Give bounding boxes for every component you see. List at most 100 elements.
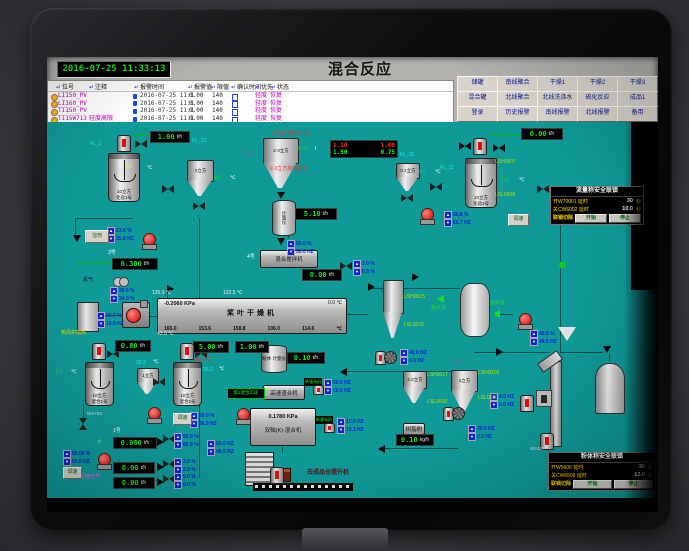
nav-button-南线聚合[interactable]: 南线聚合: [497, 76, 538, 92]
speed-button[interactable]: 调速: [173, 413, 192, 425]
motor-icon[interactable]: [117, 135, 131, 152]
vessel[interactable]: 计量仪: [272, 200, 296, 236]
reactor-tank[interactable]: 10立方化盐1号: [108, 153, 140, 202]
interlock-bypass-button[interactable]: 联锁切除: [553, 214, 573, 223]
product-silo[interactable]: [595, 363, 625, 414]
motor-icon[interactable]: [92, 343, 106, 360]
pump-icon[interactable]: [142, 233, 156, 250]
pump-icon[interactable]: [518, 313, 532, 330]
blower-icon[interactable]: [113, 277, 129, 286]
pump-icon[interactable]: [236, 408, 250, 425]
motor-body[interactable]: [324, 423, 335, 433]
display-value: 0.00: [122, 464, 139, 472]
valve-icon[interactable]: [79, 418, 87, 430]
display-unit: t/h: [323, 211, 329, 217]
nav-button-备用[interactable]: 备用: [617, 106, 658, 122]
pump-icon[interactable]: [420, 208, 434, 225]
alarm-column-header[interactable]: ↵报警值: [188, 82, 212, 91]
hopper[interactable]: 2立方: [187, 160, 212, 196]
stop-button[interactable]: 停止: [614, 480, 653, 489]
motor-body[interactable]: [313, 385, 324, 395]
indicator-row: ▲80.0 %: [174, 433, 199, 440]
twin-shaft-mixer[interactable]: 0.1780 KPa双轴(K)-混合机: [250, 408, 316, 446]
alarm-row[interactable]: LI150_PV2016-07-25 11:10.00140轻度恢复: [48, 92, 453, 100]
valve-icon[interactable]: [153, 378, 165, 386]
motor-icon[interactable]: [270, 467, 284, 484]
start-button[interactable]: 开始: [573, 480, 612, 489]
valve-icon[interactable]: [193, 202, 205, 210]
alarm-column-header[interactable]: ↵报警时间: [134, 82, 164, 91]
reactor-tank[interactable]: 10立方混合2号: [173, 362, 202, 406]
hopper[interactable]: 2-3立方: [263, 138, 297, 188]
indicator-value: 35.8 HZ: [116, 236, 134, 242]
interlock-bypass-button[interactable]: 联锁切除: [551, 480, 571, 489]
wash-tank[interactable]: [460, 283, 490, 337]
alarm-table-header: ↵位号↵注释↵报警时间↵报警值↵限值↵确认时间↵优先↵状态: [48, 81, 453, 92]
arrow-box-icon: ▲: [174, 458, 182, 466]
motor-icon[interactable]: [180, 343, 194, 360]
valve-icon[interactable]: [459, 142, 471, 150]
hopper[interactable]: 1立方: [451, 370, 476, 411]
nav-button-干燥3[interactable]: 干燥3: [617, 76, 658, 92]
pump-icon[interactable]: [147, 407, 161, 424]
value-display: 0.80t/h: [115, 340, 151, 352]
start-button[interactable]: 开始: [575, 214, 607, 223]
hopper[interactable]: [383, 280, 402, 338]
arrow-box-icon: ▲: [324, 379, 332, 387]
nav-button-历史报警[interactable]: 历史报警: [497, 106, 538, 122]
furnace[interactable]: [77, 302, 99, 332]
display-value: 5.10: [304, 210, 321, 218]
valve-icon[interactable]: [162, 185, 174, 193]
speed-button[interactable]: 调速: [508, 214, 529, 226]
fan-icon[interactable]: [122, 302, 150, 328]
valve-icon[interactable]: [135, 140, 147, 148]
stop-button[interactable]: 停止: [609, 214, 641, 223]
motor-icon[interactable]: [520, 395, 534, 412]
motor-gear-icon[interactable]: [443, 406, 465, 420]
pump-icon[interactable]: [97, 453, 111, 470]
nav-button-南线报警[interactable]: 南线报警: [537, 106, 578, 122]
nav-button-北线洗涤水[interactable]: 北线洗涤水: [537, 91, 578, 107]
alarm-row[interactable]: LI160_PV2016-07-25 11:10.00140轻度恢复: [48, 100, 453, 108]
alarm-time-icon: [133, 101, 137, 106]
nav-button-混合罐[interactable]: 混合罐: [457, 91, 498, 107]
motor-icon[interactable]: [473, 138, 487, 155]
alarm-column-header[interactable]: ↵注释: [89, 82, 107, 91]
reactor-tank[interactable]: 10立方化盐2号: [465, 158, 497, 208]
indicator-value: 48.5 HZ: [539, 339, 557, 345]
alarm-column-header[interactable]: ↵状态: [271, 82, 289, 91]
hopper[interactable]: 0.1立方: [396, 163, 418, 191]
dryer-pressure: -0.2060 KPa: [164, 301, 195, 307]
alarm-column-header[interactable]: ↵限值: [211, 82, 229, 91]
nav-button-登录[interactable]: 登录: [457, 106, 498, 122]
valve-right: [465, 142, 471, 150]
value-display: 0.080t/h: [113, 437, 157, 449]
tank-label: 10立方混合2号: [174, 393, 201, 404]
indicator-value: 50.00 %: [72, 451, 90, 457]
nav-button-成品1[interactable]: 成品1: [617, 91, 658, 107]
tank-top-band: [86, 363, 113, 368]
alarm-column-header[interactable]: ↵位号: [56, 82, 74, 91]
valve-icon[interactable]: [537, 185, 549, 193]
hopper[interactable]: 2.2立方: [403, 371, 425, 403]
nav-button-北线报警[interactable]: 北线报警: [577, 106, 618, 122]
nav-button-干燥1[interactable]: 干燥1: [537, 76, 578, 92]
valve-icon[interactable]: [430, 183, 442, 191]
paddle-dryer[interactable]: -0.2060 KPa0.0 ℃桨叶干燥机165.0153.6158.8106.…: [157, 298, 347, 334]
panel-row-unit: 秒: [636, 198, 641, 205]
nav-button-干燥2[interactable]: 干燥2: [577, 76, 618, 92]
nav-button-北线聚合[interactable]: 北线聚合: [497, 91, 538, 107]
valve-icon[interactable]: [401, 194, 413, 202]
nav-button-储罐[interactable]: 储罐: [457, 76, 498, 92]
display-value: 0.00: [310, 271, 327, 279]
valve-icon[interactable]: [493, 144, 505, 152]
nav-button-硫化反应[interactable]: 硫化反应: [577, 91, 618, 107]
motor-gear-icon[interactable]: [375, 350, 397, 364]
tank-top-band: [174, 363, 201, 368]
speed-button[interactable]: 溶剂: [85, 230, 109, 243]
equipment-box[interactable]: 高速混合机: [263, 385, 305, 400]
speed-button[interactable]: 调速: [63, 467, 82, 479]
alarm-row[interactable]: TI150_PV2016-07-25 11:10.00140轻度恢复: [48, 107, 453, 115]
text-label: 36.2: [203, 368, 213, 374]
reactor-tank[interactable]: 10立方混合1号: [85, 362, 114, 406]
